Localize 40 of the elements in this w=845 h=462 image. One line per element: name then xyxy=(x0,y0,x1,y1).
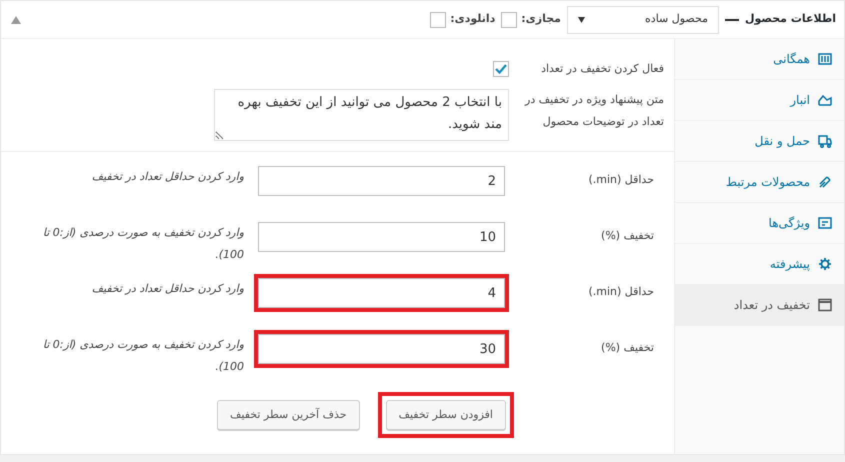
sidebar-tab[interactable]: انبار xyxy=(675,80,844,121)
list-icon xyxy=(818,216,832,230)
field-description: وارد کردن تخفیف به صورت درصدی (از:0 تا 100). xyxy=(42,225,245,263)
collapse-arrow-icon[interactable] xyxy=(11,16,21,24)
link-icon xyxy=(818,175,832,189)
truck-icon xyxy=(818,134,832,148)
field-label: تخفیف (%) xyxy=(600,340,655,356)
field-label: حداقل (min.) xyxy=(587,172,655,188)
checkmark-icon xyxy=(494,62,508,76)
option-label: مجازی: xyxy=(521,11,561,28)
field-description: وارد کردن حداقل تعداد در تخفیف xyxy=(90,281,245,297)
sidebar-tab[interactable]: حمل و نقل xyxy=(675,121,844,162)
action-button[interactable]: افزودن سطر تخفیف xyxy=(386,400,506,430)
option-checkbox[interactable] xyxy=(501,12,518,28)
sidebar-tab[interactable]: تخفیف در تعداد xyxy=(675,285,844,326)
field-description: وارد کردن حداقل تعداد در تخفیف xyxy=(90,169,245,185)
field-label: حداقل (min.) xyxy=(587,284,655,300)
window-icon xyxy=(818,298,832,312)
offer-text-field[interactable]: با انتخاب 2 محصول می توانید از این تخفیف بهره مند شوید. xyxy=(214,89,509,141)
offer-text-label: متن پیشنهاد ویژه در تخفیف در تعداد در توضیحات محصول xyxy=(524,92,665,130)
grid-icon xyxy=(818,52,832,66)
sidebar-tab[interactable]: همگانی xyxy=(675,39,844,80)
number-field[interactable]: 4 xyxy=(258,278,505,308)
sidebar-tab[interactable]: محصولات مرتبط xyxy=(675,162,844,203)
product-type-select[interactable]: محصول ساده xyxy=(566,6,719,34)
field-description: وارد کردن تخفیف به صورت درصدی (از:0 تا 100). xyxy=(42,337,245,375)
enable-checkbox[interactable] xyxy=(493,61,509,77)
option-label: دانلودی: xyxy=(450,11,496,28)
field-label: تخفیف (%) xyxy=(600,228,655,244)
chart-icon xyxy=(818,93,832,107)
dropdown-arrow-icon xyxy=(578,16,585,22)
enable-label: فعال کردن تخفیف در تعداد xyxy=(540,60,665,77)
action-button[interactable]: حذف آخرین سطر تخفیف xyxy=(217,400,360,430)
gear-icon xyxy=(818,257,832,271)
number-field[interactable]: 30 xyxy=(258,334,505,364)
sidebar-tab[interactable]: ویژگی‌ها xyxy=(675,203,844,244)
option-checkbox[interactable] xyxy=(430,12,446,28)
number-field[interactable]: 10 xyxy=(258,222,505,252)
number-field[interactable]: 2 xyxy=(258,166,505,196)
panel-title: اطلاعات محصول xyxy=(744,11,836,28)
